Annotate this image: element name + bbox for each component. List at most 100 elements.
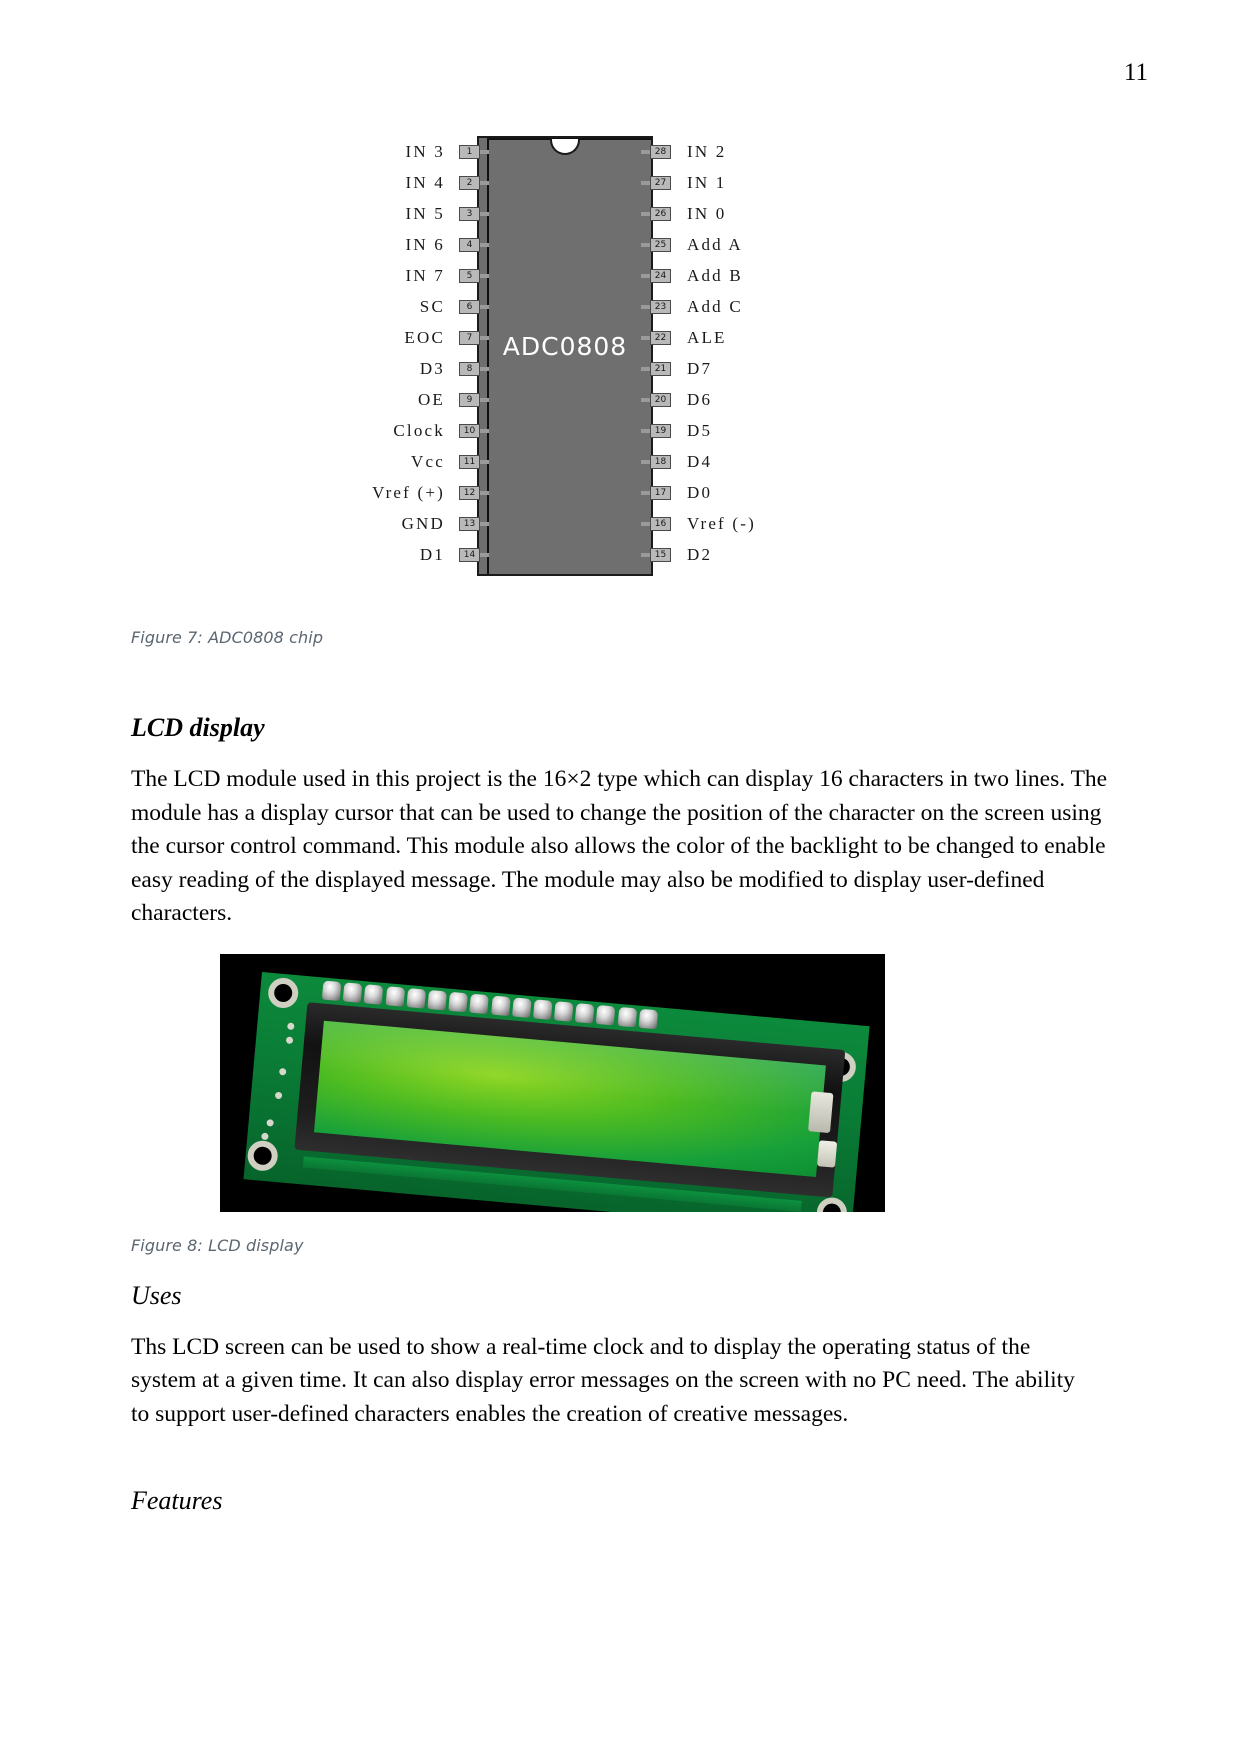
solder-pad-icon: [469, 993, 490, 1014]
pin-row: OE 9: [331, 384, 489, 415]
lcd-module-photo: [220, 953, 885, 1212]
pin-number: 2: [459, 175, 480, 190]
chip-body: ADC0808: [477, 136, 653, 576]
pin-number: 7: [459, 330, 480, 345]
pin-number: 11: [459, 454, 480, 469]
pin-label: IN 6: [405, 234, 445, 254]
pin-lead: [480, 552, 489, 557]
section-heading-lcd-display: LCD display: [131, 713, 265, 742]
pin-number: 27: [650, 175, 671, 190]
pin-number: 26: [650, 206, 671, 221]
pin-label: IN 5: [405, 203, 445, 223]
figure-7-caption: Figure 7: ADC0808 chip: [131, 628, 324, 647]
pin-label: D3: [419, 358, 445, 378]
pin-number: 1: [459, 144, 480, 159]
figure-lcd-display: [131, 953, 1111, 1212]
pin-number: 22: [650, 330, 671, 345]
pin-row: 24 Add B: [641, 260, 861, 291]
figure-adc0808-chip: ADC0808 IN 3 1 IN 4 2 IN 5 3 IN 6 4 IN 7 5 SC…: [131, 120, 1111, 590]
page-content: ADC0808 IN 3 1 IN 4 2 IN 5 3 IN 6 4 IN 7 5 SC…: [131, 120, 1111, 1516]
pin-number: 13: [459, 516, 480, 531]
pin-number: 24: [650, 268, 671, 283]
pin-label: Add A: [687, 234, 743, 254]
chip-part-number: ADC0808: [502, 332, 628, 361]
pin-label: Add B: [687, 265, 743, 285]
pin-label: D4: [687, 451, 713, 471]
pin-label: IN 3: [405, 141, 445, 161]
pin-lead: [480, 459, 489, 464]
document-page: 11 ADC0808 IN 3 1 IN 4 2 IN 5 3 IN 6 4 IN 7 5…: [0, 0, 1241, 1754]
pin-lead: [480, 335, 489, 340]
pin-row: IN 3 1: [331, 136, 489, 167]
pin-row: 28 IN 2: [641, 136, 861, 167]
pin-row: IN 7 5: [331, 260, 489, 291]
pin-row: GND 13: [331, 508, 489, 539]
pin-number: 21: [650, 361, 671, 376]
pin-label: Vcc: [411, 451, 445, 471]
pin-lead: [480, 521, 489, 526]
pcb-via: [285, 1035, 294, 1044]
pin-lead: [480, 428, 489, 433]
pin-number: 9: [459, 392, 480, 407]
solder-pad-icon: [364, 983, 384, 1005]
paragraph-uses: Ths LCD screen can be used to show a rea…: [131, 1333, 1075, 1427]
pcb-via: [266, 1118, 274, 1127]
pin-number: 17: [650, 485, 671, 500]
pin-lead: [641, 521, 650, 526]
pin-label: Vref (+): [372, 482, 445, 502]
pin-row: SC 6: [331, 291, 489, 322]
solder-pad-icon: [342, 981, 363, 1003]
pin-number: 15: [650, 547, 671, 562]
lcd-screen: [313, 1020, 826, 1177]
pcb-via: [261, 1132, 269, 1140]
pin-number: 18: [650, 454, 671, 469]
solder-pad-icon: [406, 987, 426, 1009]
pin-row: 16 Vref (-): [641, 508, 861, 539]
pin-lead: [641, 397, 650, 402]
pin-number: 5: [459, 268, 480, 283]
mounting-hole: [266, 976, 300, 1009]
pin-number: 16: [650, 516, 671, 531]
pin-label: IN 2: [687, 141, 727, 161]
pin-lead: [641, 149, 650, 154]
pin-row: IN 5 3: [331, 198, 489, 229]
pcb-via: [274, 1091, 283, 1099]
pin-row: 21 D7: [641, 353, 861, 384]
pin-label: GND: [401, 513, 445, 533]
solder-pad-icon: [427, 989, 447, 1010]
figure-8-caption: Figure 8: LCD display: [131, 1235, 304, 1255]
pin-row: IN 4 2: [331, 167, 489, 198]
pin-label: Clock: [393, 420, 445, 440]
pin-row: 19 D5: [641, 415, 861, 446]
mounting-hole: [815, 1195, 849, 1212]
solder-pad-icon: [575, 1002, 595, 1024]
pin-number: 10: [459, 423, 480, 438]
solder-pad-icon: [321, 979, 342, 1001]
pin-row: 23 Add C: [641, 291, 861, 322]
solder-pad-icon: [638, 1008, 658, 1029]
pin-lead: [480, 397, 489, 402]
pin-row: Clock 10: [331, 415, 489, 446]
pin-label: D6: [687, 389, 713, 409]
pin-row: 26 IN 0: [641, 198, 861, 229]
pin-number: 28: [650, 144, 671, 159]
pin-number: 25: [650, 237, 671, 252]
pin-lead: [641, 304, 650, 309]
pcb-via: [278, 1067, 287, 1076]
pin-lead: [641, 273, 650, 278]
pin-lead: [641, 428, 650, 433]
pin-row: EOC 7: [331, 322, 489, 353]
pin-label: D2: [687, 544, 713, 564]
pin-row: 15 D2: [641, 539, 861, 570]
solder-pad-icon: [448, 991, 469, 1012]
pin-number: 4: [459, 237, 480, 252]
pin-lead: [480, 242, 489, 247]
pin-lead: [480, 149, 489, 154]
pin-lead: [480, 273, 489, 278]
pin-label: D1: [419, 544, 445, 564]
solder-pad-icon: [511, 996, 532, 1018]
pin-label: D0: [687, 482, 713, 502]
solder-pad-icon: [553, 1000, 574, 1022]
pin-row: Vcc 11: [331, 446, 489, 477]
pin-number: 20: [650, 392, 671, 407]
